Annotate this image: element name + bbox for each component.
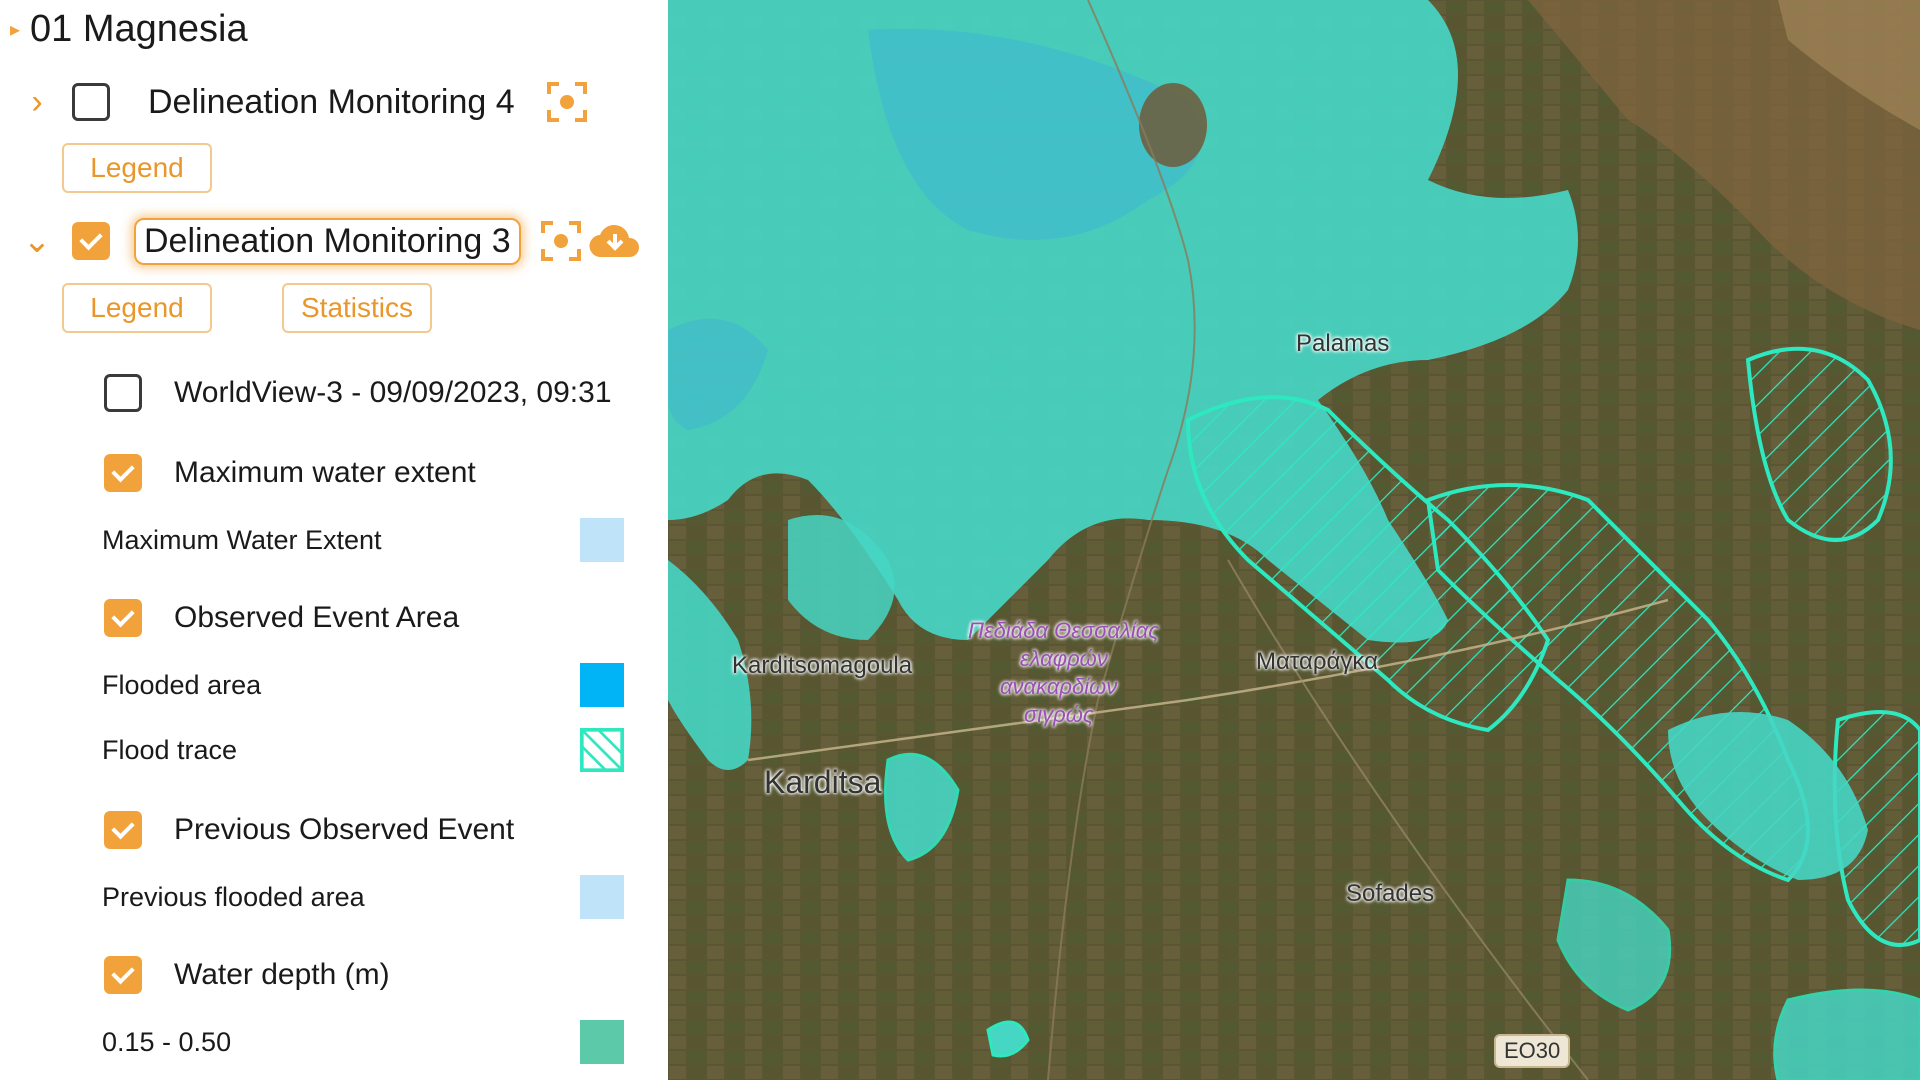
legend-item-previous-flooded: Previous flooded area xyxy=(102,873,624,921)
road-shield-eo30: EO30 xyxy=(1494,1034,1571,1068)
place-label-sofades: Sofades xyxy=(1346,880,1435,907)
layer-panel: ▸ 01 Magnesia › Delineation Monitoring 4… xyxy=(0,0,668,1080)
collapse-chevron-icon[interactable]: ⌄ xyxy=(20,221,54,261)
plain-label-line4: σιγρώς xyxy=(1024,702,1094,727)
legend-item-label: Maximum Water Extent xyxy=(102,524,382,555)
legend-swatch xyxy=(580,875,624,919)
group-caret-icon[interactable]: ▸ xyxy=(10,17,20,42)
legend-item-label: Previous flooded area xyxy=(102,881,365,912)
layer-row-delineation-4: › Delineation Monitoring 4 xyxy=(20,72,589,132)
statistics-button[interactable]: Statistics xyxy=(282,283,432,333)
sublayer-row-previous: Previous Observed Event xyxy=(104,805,514,855)
sublayer-checkbox[interactable] xyxy=(104,811,142,849)
layer-name-selected[interactable]: Delineation Monitoring 3 xyxy=(134,217,521,265)
sublayer-row-max-water: Maximum water extent xyxy=(104,448,476,498)
layer-name[interactable]: Delineation Monitoring 4 xyxy=(140,81,523,124)
legend-button[interactable]: Legend xyxy=(62,143,212,193)
expand-chevron-icon[interactable]: › xyxy=(20,82,54,122)
layer-row-delineation-3: ⌄ Delineation Monitoring 3 xyxy=(20,211,643,271)
legend-swatch xyxy=(580,518,624,562)
legend-item-flood-trace: Flood trace xyxy=(102,726,624,774)
legend-item-label: Flooded area xyxy=(102,669,262,700)
layer-checkbox[interactable] xyxy=(72,222,110,260)
plain-label-line1: Πεδιάδα Θεσσαλίας xyxy=(968,618,1159,643)
legend-button[interactable]: Legend xyxy=(62,283,212,333)
sublayer-checkbox[interactable] xyxy=(104,599,142,637)
place-label-mataraga: Ματαράγκα xyxy=(1256,648,1378,675)
legend-swatch xyxy=(580,663,624,707)
hatched-swatch xyxy=(580,728,624,772)
sublayer-row-worldview: WorldView-3 - 09/09/2023, 09:31 xyxy=(104,368,612,418)
legend-swatch xyxy=(580,1020,624,1064)
zoom-to-layer-icon[interactable] xyxy=(545,80,589,124)
place-label-karditsomagoula: Karditsomagoula xyxy=(732,652,913,679)
legend-item-flooded: Flooded area xyxy=(102,661,624,709)
plain-label-line2: ελαφρών xyxy=(1020,646,1108,671)
legend-item-label: Flood trace xyxy=(102,734,238,765)
cloud-download-icon[interactable] xyxy=(587,219,643,263)
sublayer-checkbox[interactable] xyxy=(104,956,142,994)
map-canvas[interactable]: Palamas Karditsomagoula Karditsa Sofades… xyxy=(668,0,1920,1080)
zoom-to-layer-icon[interactable] xyxy=(539,219,583,263)
sublayer-checkbox[interactable] xyxy=(104,454,142,492)
place-label-karditsa: Karditsa xyxy=(764,764,882,800)
sublayer-row-observed: Observed Event Area xyxy=(104,593,459,643)
sublayer-label: WorldView-3 - 09/09/2023, 09:31 xyxy=(174,376,612,409)
sublayer-label: Observed Event Area xyxy=(174,601,460,634)
sublayer-label: Previous Observed Event xyxy=(174,813,515,846)
group-title[interactable]: ▸ 01 Magnesia xyxy=(10,8,248,51)
sublayer-row-water-depth: Water depth (m) xyxy=(104,950,390,1000)
plain-label-line3: ανακαρδίων xyxy=(1000,674,1118,699)
flood-map-graphic xyxy=(668,0,1920,1080)
legend-item-depth: 0.15 - 0.50 xyxy=(102,1018,624,1066)
sublayer-checkbox[interactable] xyxy=(104,374,142,412)
group-title-label: 01 Magnesia xyxy=(30,8,248,50)
sublayer-label: Maximum water extent xyxy=(174,456,476,489)
place-label-palamas: Palamas xyxy=(1296,330,1390,357)
legend-item-max-water: Maximum Water Extent xyxy=(102,516,624,564)
legend-item-label: 0.15 - 0.50 xyxy=(102,1026,232,1057)
sublayer-label: Water depth (m) xyxy=(174,958,390,991)
layer-checkbox[interactable] xyxy=(72,83,110,121)
